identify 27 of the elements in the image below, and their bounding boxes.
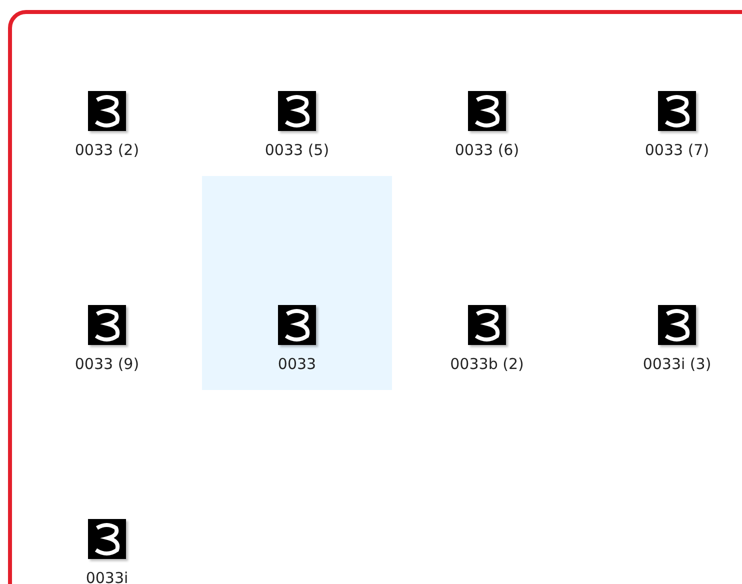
image-thumbnail bbox=[88, 91, 126, 131]
file-item[interactable]: 0033 (6) bbox=[392, 14, 582, 176]
file-name: 0033i bbox=[86, 569, 128, 584]
image-thumbnail bbox=[658, 305, 696, 345]
image-thumbnail bbox=[278, 305, 316, 345]
file-name: 0033 (9) bbox=[74, 355, 140, 373]
file-name: 0033b (2) bbox=[450, 355, 524, 373]
file-name: 0033 (6) bbox=[454, 141, 520, 159]
file-item[interactable]: 0033 (7) bbox=[582, 14, 742, 176]
image-thumbnail bbox=[278, 91, 316, 131]
image-thumbnail bbox=[658, 91, 696, 131]
file-item[interactable]: 0033 (5) bbox=[202, 14, 392, 176]
file-name: 0033 (2) bbox=[74, 141, 140, 159]
file-name: 0033 (5) bbox=[264, 141, 330, 159]
image-thumbnail bbox=[88, 519, 126, 559]
image-thumbnail bbox=[88, 305, 126, 345]
file-name: 0033i (3) bbox=[642, 355, 712, 373]
file-item[interactable]: 0033 (2) bbox=[12, 14, 202, 176]
file-name: 0033 (7) bbox=[644, 141, 710, 159]
file-item[interactable]: 0033i (3) bbox=[582, 176, 742, 390]
file-item[interactable]: 0033i bbox=[12, 390, 202, 584]
image-thumbnail bbox=[468, 91, 506, 131]
file-name: 0033 bbox=[278, 355, 316, 373]
file-item[interactable]: 0033 (9) bbox=[12, 176, 202, 390]
file-item[interactable]: 0033 bbox=[202, 176, 392, 390]
file-item[interactable]: 0033b (2) bbox=[392, 176, 582, 390]
image-thumbnail bbox=[468, 305, 506, 345]
